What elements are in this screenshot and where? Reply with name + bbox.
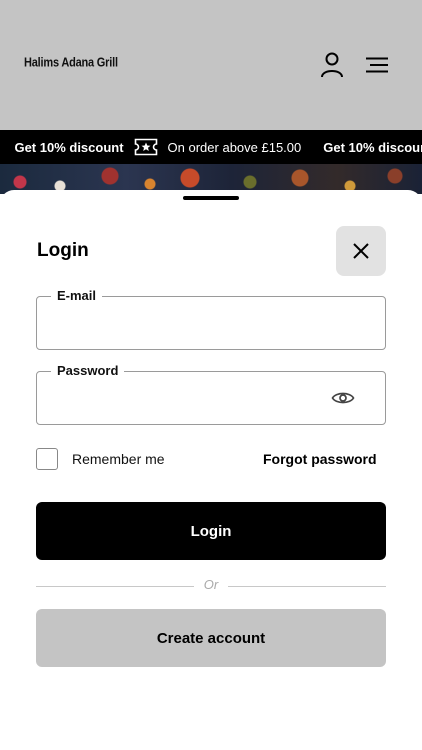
close-icon [353, 243, 369, 259]
brand-logo[interactable]: Halims Adana Grill [24, 56, 118, 70]
promo-ticker: 00 Get 10% discount On order above £15.0… [0, 130, 422, 164]
or-label: Or [203, 577, 219, 592]
close-button[interactable] [336, 226, 386, 276]
menu-button[interactable] [362, 50, 392, 80]
password-label: Password [51, 362, 125, 380]
ticket-icon [134, 138, 158, 156]
create-account-button[interactable]: Create account [36, 609, 386, 667]
hamburger-menu-icon [366, 57, 388, 73]
sheet-drag-handle[interactable] [183, 196, 239, 200]
or-divider: Or [36, 576, 386, 596]
login-sheet: Login E-mail Password Remember me Forgot… [0, 190, 422, 750]
email-label: E-mail [51, 287, 103, 305]
password-input[interactable] [51, 386, 331, 410]
login-button[interactable]: Login [36, 502, 386, 560]
account-button[interactable] [318, 50, 346, 80]
login-title: Login [37, 240, 89, 261]
remember-me-label: Remember me [72, 451, 165, 467]
ticker-text: Get 10% discount [14, 139, 124, 155]
app-header: Halims Adana Grill [0, 0, 422, 130]
remember-me[interactable]: Remember me [36, 448, 165, 470]
ticker-text: Get 10% discount [323, 139, 422, 155]
password-field[interactable]: Password [36, 362, 386, 425]
ticker-text: On order above £15.00 [167, 139, 302, 155]
forgot-password-link[interactable]: Forgot password [263, 451, 377, 467]
email-field[interactable]: E-mail [36, 287, 386, 350]
remember-me-checkbox[interactable] [36, 448, 58, 470]
eye-icon [331, 392, 355, 404]
user-icon [321, 52, 343, 78]
show-password-button[interactable] [331, 389, 355, 407]
email-input[interactable] [51, 311, 331, 335]
